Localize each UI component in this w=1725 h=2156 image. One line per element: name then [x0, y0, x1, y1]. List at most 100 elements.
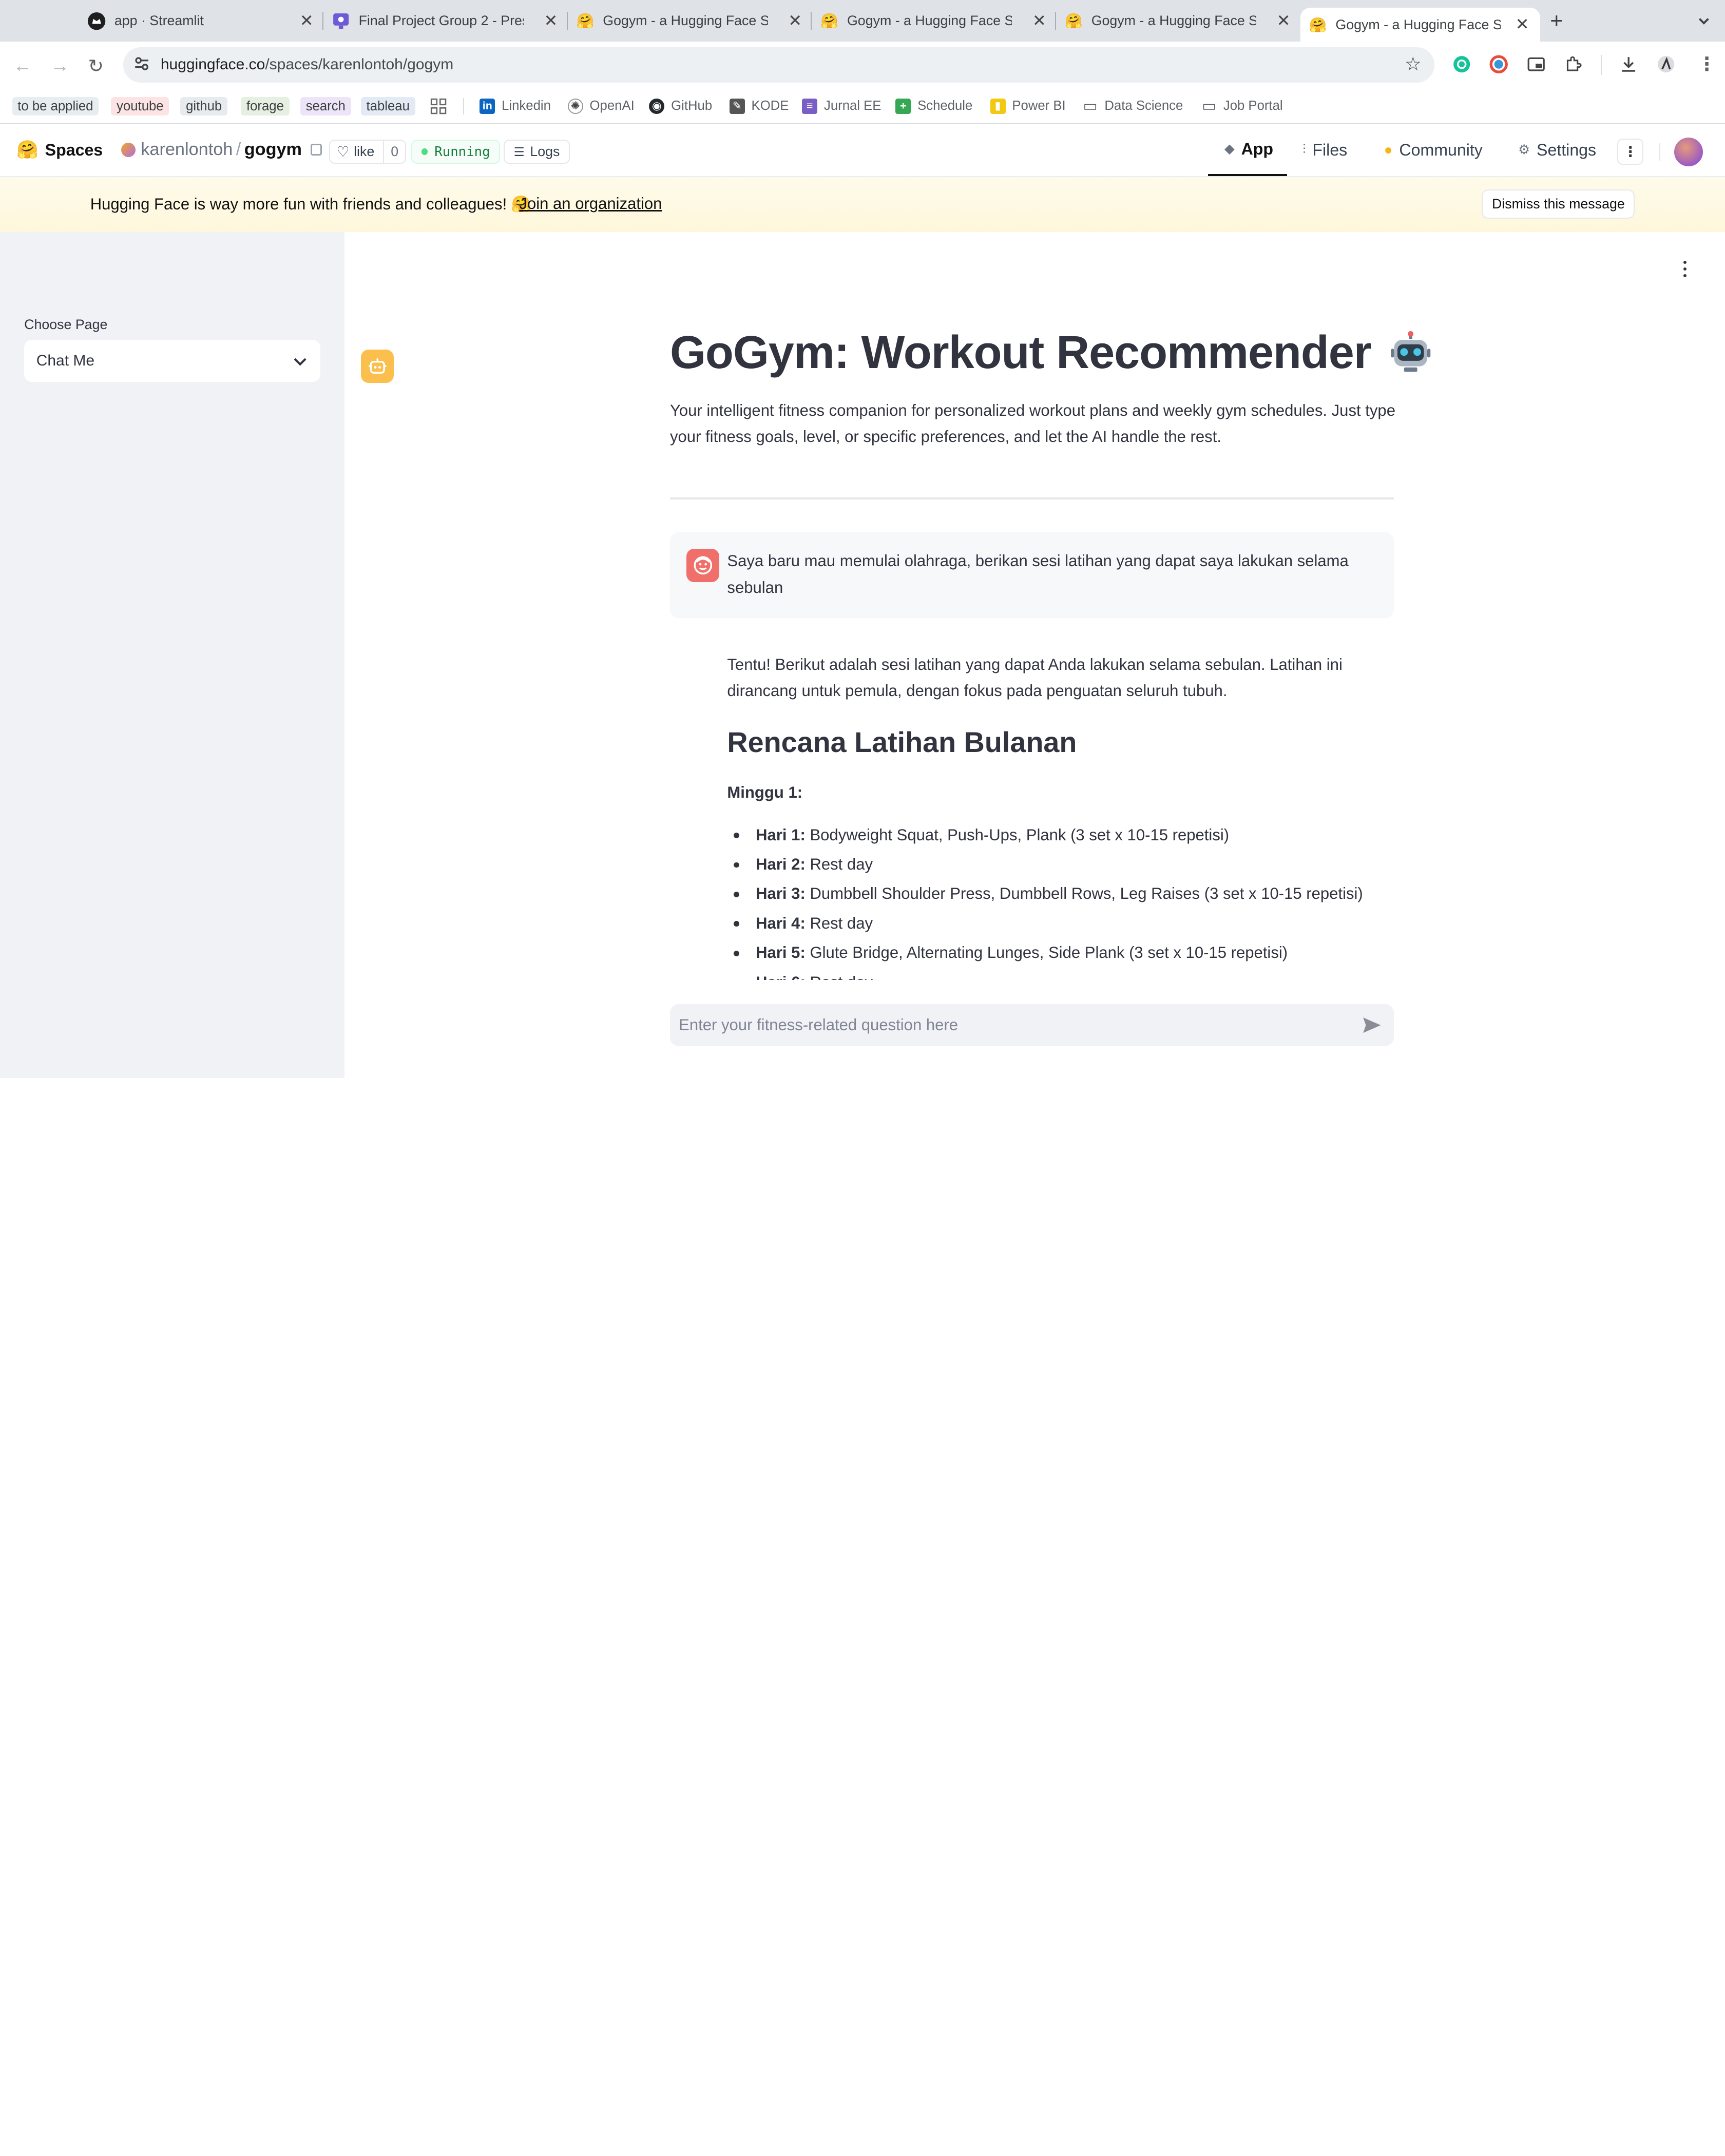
browser-tab[interactable]: 🤗 Gogym - a Hugging Face Space ✕: [577, 7, 812, 35]
bookmark-openai[interactable]: ✺ OpenAI: [567, 97, 635, 116]
chat-input-box[interactable]: [669, 1004, 1394, 1046]
list-item: Hari 5: Glute Bridge, Alternating Lunges…: [727, 938, 1363, 968]
color-picker-icon[interactable]: [1489, 55, 1508, 74]
browser-tab[interactable]: Final Project Group 2 - Presentation ✕: [332, 7, 568, 35]
bookmark-chip[interactable]: forage: [241, 97, 290, 116]
dismiss-button[interactable]: Dismiss this message: [1482, 189, 1635, 219]
openai-icon: ✺: [567, 98, 583, 114]
files-icon: ⫶: [1302, 142, 1306, 157]
tab-community[interactable]: ● Community: [1384, 124, 1483, 176]
folder-icon: ▭: [1201, 98, 1217, 115]
bookmark-jurnal-ee[interactable]: ≡ Jurnal EE: [802, 97, 881, 116]
picture-in-picture-icon[interactable]: [1527, 55, 1545, 73]
chat-message-user: Saya baru mau memulai olahraga, berikan …: [669, 532, 1394, 619]
owner-link[interactable]: karenlontoh: [141, 140, 233, 160]
tab-app[interactable]: ◆ App: [1208, 124, 1288, 176]
more-options-button[interactable]: ⋮: [1617, 138, 1644, 165]
browser-tab-active[interactable]: 🤗 Gogym - a Hugging Face Space ✕: [1300, 8, 1540, 42]
profile-icon[interactable]: [1657, 55, 1675, 73]
hugging-face-icon: 🤗: [1065, 13, 1083, 29]
bookmark-linkedin[interactable]: in Linkedin: [480, 97, 551, 116]
bookmark-chip[interactable]: tableau: [360, 97, 415, 116]
logs-button[interactable]: ☰ Logs: [504, 140, 570, 164]
download-icon[interactable]: [1619, 55, 1638, 73]
bookmark-power-bi[interactable]: ▮ Power BI: [990, 97, 1066, 116]
community-icon: ●: [1384, 142, 1393, 158]
address-bar[interactable]: huggingface.co/spaces/karenlontoh/gogym …: [123, 47, 1435, 83]
app-sidebar: Choose Page Chat Me: [0, 232, 344, 1078]
tab-title: Final Project Group 2 - Presentation: [358, 13, 524, 29]
bookmark-schedule[interactable]: + Schedule: [895, 97, 972, 116]
browser-toolbar: ← → ↻ huggingface.co/spaces/karenlontoh/…: [0, 42, 1725, 88]
bookmark-folder-data-science[interactable]: ▭ Data Science: [1083, 97, 1183, 116]
bot-icon: [360, 350, 394, 383]
close-icon[interactable]: ✕: [788, 11, 802, 30]
org-invite-banner: Hugging Face is way more fun with friend…: [0, 177, 1725, 233]
bookmark-github[interactable]: ◉ GitHub: [649, 97, 712, 116]
close-icon[interactable]: ✕: [1032, 11, 1046, 30]
site-settings-icon[interactable]: [133, 55, 150, 72]
back-arrow-icon[interactable]: ←: [13, 55, 32, 76]
browser-tab-strip: app · Streamlit ✕ Final Project Group 2 …: [0, 0, 1725, 42]
tab-search-button[interactable]: [1691, 9, 1717, 33]
heart-icon: ♡: [336, 144, 350, 160]
repo-link[interactable]: gogym: [244, 140, 302, 160]
close-icon[interactable]: ✕: [1277, 11, 1291, 30]
bookmark-chip[interactable]: youtube: [111, 97, 169, 116]
close-icon[interactable]: ✕: [544, 11, 558, 30]
form-icon: ≡: [802, 98, 818, 114]
banner-message: Hugging Face is way more fun with friend…: [90, 195, 531, 214]
linkedin-icon: in: [480, 98, 495, 114]
page-select[interactable]: Chat Me: [24, 340, 320, 382]
user-avatar[interactable]: [1674, 137, 1703, 166]
copy-icon[interactable]: [311, 143, 322, 156]
tab-title: app · Streamlit: [114, 13, 204, 29]
forward-arrow-icon[interactable]: →: [51, 55, 69, 76]
tab-settings[interactable]: ⚙ Settings: [1518, 124, 1596, 176]
kode-icon: ✎: [729, 98, 745, 114]
browser-tab[interactable]: 🤗 Gogym - a Hugging Face Space ✕: [820, 7, 1057, 35]
url-text: huggingface.co/spaces/karenlontoh/gogym: [160, 56, 454, 73]
list-item: Hari 4: Rest day: [727, 909, 1363, 938]
new-tab-button[interactable]: +: [1550, 9, 1563, 34]
browser-menu-icon[interactable]: ⋮: [1697, 53, 1716, 75]
day-list: Hari 1: Bodyweight Squat, Push-Ups, Plan…: [727, 821, 1363, 998]
cube-icon: ◆: [1224, 142, 1235, 157]
assistant-intro-text: Tentu! Berikut adalah sesi latihan yang …: [727, 655, 1343, 700]
spaces-link[interactable]: 🤗 Spaces: [16, 140, 103, 160]
close-icon[interactable]: ✕: [300, 11, 314, 30]
user-message-text: Saya baru mau memulai olahraga, berikan …: [727, 552, 1349, 596]
list-item: Hari 3: Dumbbell Shoulder Press, Dumbbel…: [727, 879, 1363, 909]
breadcrumb: karenlontoh / gogym: [121, 140, 322, 160]
bookmark-chip[interactable]: to be applied: [12, 97, 99, 116]
streamlit-icon: [88, 12, 106, 30]
slides-icon: [332, 12, 350, 30]
bookmarks-bar: to be applied youtube github forage sear…: [0, 88, 1725, 125]
bookmark-chip[interactable]: search: [300, 97, 351, 116]
app-main: GoGym: Workout Recommender Your intellig…: [344, 232, 1725, 1078]
apps-grid-icon[interactable]: [430, 98, 447, 114]
bookmark-chip[interactable]: github: [180, 97, 227, 116]
bookmark-star-icon[interactable]: ☆: [1405, 53, 1422, 75]
tab-files[interactable]: ⫶ Files: [1302, 124, 1347, 176]
hugging-face-icon: 🤗: [1309, 16, 1327, 33]
browser-tab[interactable]: 🤗 Gogym - a Hugging Face Space ✕: [1065, 7, 1290, 35]
hugging-face-icon: 🤗: [820, 13, 839, 29]
reload-icon[interactable]: ↻: [88, 55, 104, 77]
like-button[interactable]: ♡ like 0: [329, 140, 406, 164]
status-dot-icon: [421, 148, 428, 156]
bookmark-folder-job-portal[interactable]: ▭ Job Portal: [1201, 97, 1283, 116]
status-badge[interactable]: Running: [411, 140, 500, 164]
send-icon[interactable]: [1362, 1016, 1382, 1034]
bookmark-kode[interactable]: ✎ KODE: [729, 97, 789, 116]
join-organization-link[interactable]: Join an organization: [519, 195, 662, 213]
chat-input[interactable]: [679, 1013, 1339, 1037]
list-item: Hari 1: Bodyweight Squat, Push-Ups, Plan…: [727, 821, 1363, 850]
grammarly-icon[interactable]: [1452, 55, 1471, 73]
browser-tab[interactable]: app · Streamlit ✕: [88, 7, 323, 35]
extensions-puzzle-icon[interactable]: [1564, 55, 1583, 73]
chat-scroll-mask: [669, 980, 1440, 1003]
close-icon[interactable]: ✕: [1516, 14, 1529, 34]
week-label: Minggu 1:: [727, 783, 803, 801]
app-menu-icon[interactable]: [1683, 260, 1688, 281]
